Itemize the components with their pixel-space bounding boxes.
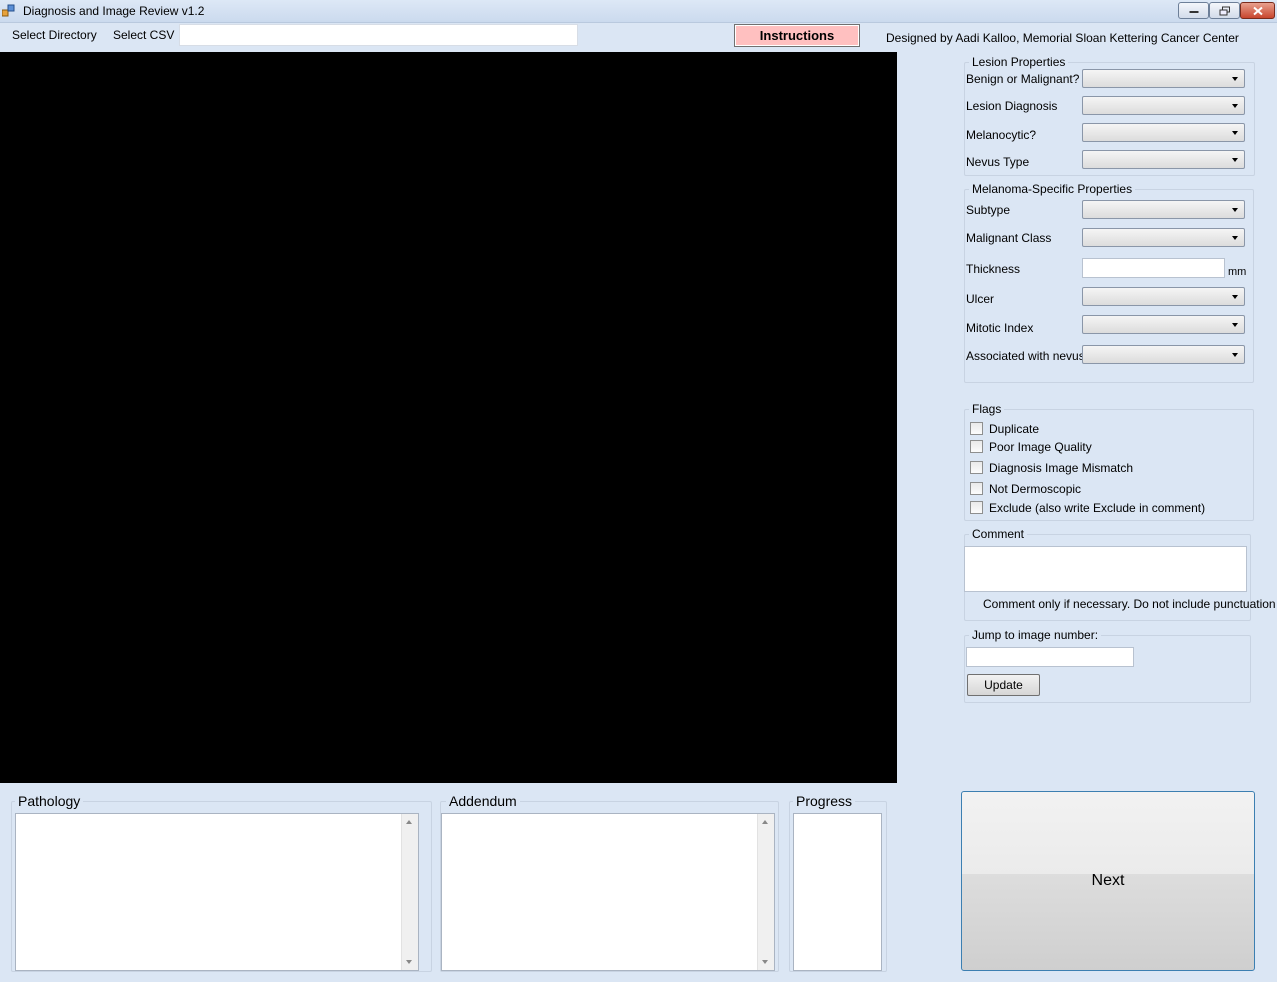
poor-quality-checkbox[interactable] (970, 440, 983, 453)
pathology-textarea[interactable] (15, 813, 419, 971)
pathology-title: Pathology (15, 793, 84, 809)
chevron-down-icon (1232, 353, 1238, 357)
minimize-icon (1189, 10, 1198, 13)
scroll-up-icon[interactable] (406, 820, 412, 824)
next-button[interactable]: Next (961, 791, 1255, 971)
not-dermoscopic-label: Not Dermoscopic (989, 482, 1082, 496)
path-field[interactable] (179, 24, 578, 46)
app-icon (1, 4, 15, 17)
chevron-down-icon (1232, 131, 1238, 135)
pathology-scrollbar[interactable] (401, 814, 418, 970)
chevron-down-icon (1232, 158, 1238, 162)
ulcer-label: Ulcer (966, 292, 995, 306)
melanocytic-label: Melanocytic? (966, 128, 1037, 142)
window-title: Diagnosis and Image Review v1.2 (23, 4, 205, 18)
chevron-down-icon (1232, 208, 1238, 212)
ulcer-dropdown[interactable] (1082, 287, 1245, 306)
credit-text: Designed by Aadi Kalloo, Memorial Sloan … (886, 31, 1239, 45)
subtype-dropdown[interactable] (1082, 200, 1245, 219)
close-icon (1252, 6, 1263, 15)
malignant-class-label: Malignant Class (966, 231, 1052, 245)
poor-quality-label: Poor Image Quality (989, 440, 1092, 454)
scroll-down-icon[interactable] (762, 960, 768, 964)
restore-icon (1219, 6, 1230, 15)
comment-input[interactable] (964, 546, 1247, 592)
instructions-button[interactable]: Instructions (734, 24, 860, 47)
benign-malignant-label: Benign or Malignant? (966, 72, 1080, 86)
addendum-title: Addendum (446, 793, 520, 809)
thickness-label: Thickness (966, 262, 1021, 276)
minimize-button[interactable] (1178, 2, 1209, 19)
malignant-class-dropdown[interactable] (1082, 228, 1245, 247)
associated-nevus-dropdown[interactable] (1082, 345, 1245, 364)
not-dermoscopic-checkbox[interactable] (970, 482, 983, 495)
mitotic-index-label: Mitotic Index (966, 321, 1034, 335)
nevus-type-label: Nevus Type (966, 155, 1030, 169)
chevron-down-icon (1232, 295, 1238, 299)
chevron-down-icon (1232, 323, 1238, 327)
select-directory-menu[interactable]: Select Directory (12, 28, 97, 42)
lesion-diagnosis-label: Lesion Diagnosis (966, 99, 1058, 113)
duplicate-label: Duplicate (989, 422, 1040, 436)
associated-nevus-label: Associated with nevus (966, 349, 1085, 363)
chevron-down-icon (1232, 77, 1238, 81)
mismatch-label: Diagnosis Image Mismatch (989, 461, 1134, 475)
progress-title: Progress (793, 793, 856, 809)
lesion-properties-title: Lesion Properties (969, 55, 1069, 69)
update-button[interactable]: Update (967, 674, 1040, 696)
jump-input[interactable] (966, 647, 1134, 667)
restore-button[interactable] (1209, 2, 1240, 19)
melanoma-properties-title: Melanoma-Specific Properties (969, 182, 1136, 196)
scroll-up-icon[interactable] (762, 820, 768, 824)
benign-malignant-dropdown[interactable] (1082, 69, 1245, 88)
thickness-input[interactable] (1082, 258, 1225, 278)
select-csv-menu[interactable]: Select CSV (113, 28, 174, 42)
exclude-checkbox[interactable] (970, 501, 983, 514)
lesion-diagnosis-dropdown[interactable] (1082, 96, 1245, 115)
melanocytic-dropdown[interactable] (1082, 123, 1245, 142)
chevron-down-icon (1232, 236, 1238, 240)
mitotic-index-dropdown[interactable] (1082, 315, 1245, 334)
addendum-textarea[interactable] (441, 813, 775, 971)
comment-hint: Comment only if necessary. Do not includ… (983, 597, 1276, 611)
duplicate-checkbox[interactable] (970, 422, 983, 435)
thickness-unit: mm (1228, 266, 1247, 278)
image-display (0, 52, 897, 783)
scroll-down-icon[interactable] (406, 960, 412, 964)
progress-textarea[interactable] (793, 813, 882, 971)
subtype-label: Subtype (966, 203, 1011, 217)
addendum-scrollbar[interactable] (757, 814, 774, 970)
nevus-type-dropdown[interactable] (1082, 150, 1245, 169)
exclude-label: Exclude (also write Exclude in comment) (989, 501, 1206, 515)
mismatch-checkbox[interactable] (970, 461, 983, 474)
chevron-down-icon (1232, 104, 1238, 108)
flags-title: Flags (969, 402, 1005, 416)
close-button[interactable] (1240, 2, 1275, 19)
comment-title: Comment (969, 527, 1028, 541)
jump-title: Jump to image number: (969, 628, 1102, 642)
